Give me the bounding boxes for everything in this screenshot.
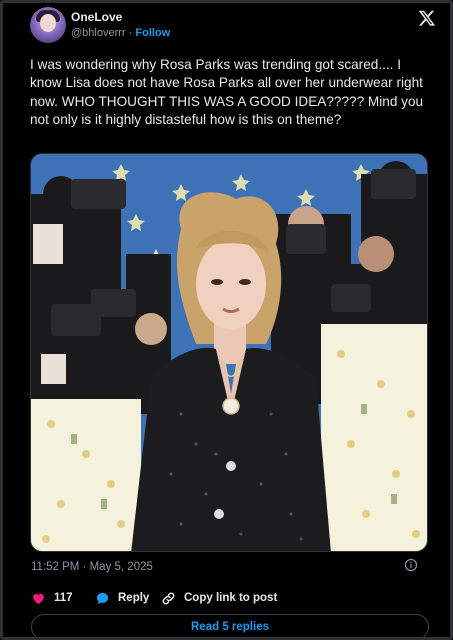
tweet-text: I was wondering why Rosa Parks was trend… <box>30 57 424 128</box>
heart-icon <box>33 593 44 604</box>
like-count: 117 <box>54 592 73 604</box>
tweet-card: OneLove @bhloverrr · Follow I was wonder… <box>0 0 453 640</box>
photo-illustration <box>31 154 427 551</box>
follow-button[interactable]: Follow <box>135 27 170 39</box>
avatar[interactable] <box>30 7 66 43</box>
read-replies-button[interactable]: Read 5 replies <box>31 614 429 637</box>
reply-label: Reply <box>118 592 150 604</box>
author-name[interactable]: OneLove <box>71 10 122 24</box>
like-button[interactable]: 117 <box>31 588 73 608</box>
copy-link-button[interactable]: Copy link to post <box>161 588 277 608</box>
tweet-timestamp[interactable]: 11:52 PM · May 5, 2025 <box>31 561 153 573</box>
author-handle[interactable]: @bhloverrr <box>71 27 126 39</box>
separator: · <box>128 27 133 39</box>
reply-button[interactable]: Reply <box>95 588 149 608</box>
copy-link-label: Copy link to post <box>184 592 278 604</box>
x-logo-icon[interactable] <box>418 9 436 27</box>
info-icon[interactable] <box>404 558 418 572</box>
tweet-photo[interactable] <box>30 153 428 552</box>
link-icon <box>162 592 175 604</box>
tweet-header: OneLove @bhloverrr · Follow <box>28 7 438 43</box>
author-handle-row: @bhloverrr · Follow <box>71 27 170 39</box>
tweet-actions: 117 Reply Copy link to post <box>31 588 431 608</box>
reply-bubble-icon <box>96 592 109 604</box>
